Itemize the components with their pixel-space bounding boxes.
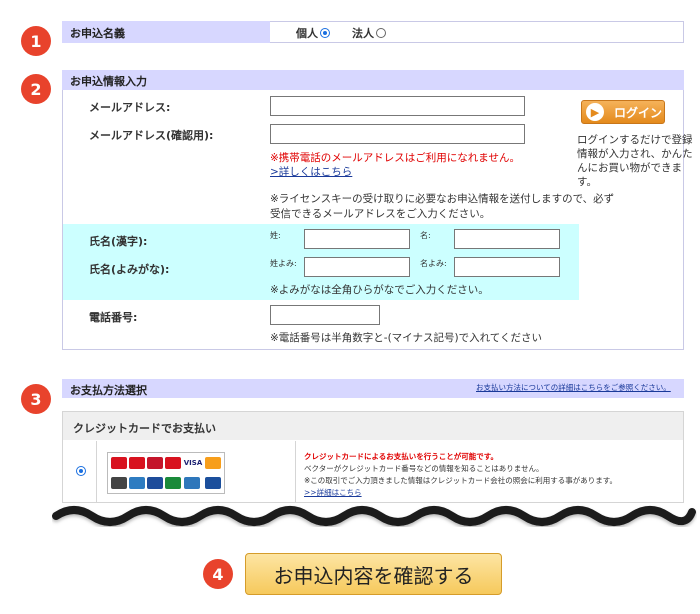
- credit-card-title: クレジットカードでお支払い: [73, 422, 216, 435]
- login-note-line-3: んにお買い物ができま: [577, 162, 682, 174]
- card-brands-logo: VISA: [107, 452, 225, 494]
- last-name-kana-field[interactable]: [304, 257, 410, 277]
- card-logo-jcb: [165, 477, 181, 489]
- mei-label: 名:: [420, 231, 431, 240]
- section-3-title: お支払方法選択: [70, 384, 147, 397]
- card-logo-master: [205, 457, 221, 469]
- section-1-title: お申込名義: [70, 27, 125, 40]
- corporate-label: 法人: [352, 27, 374, 40]
- card-logo-9: [147, 477, 163, 489]
- credit-details-link[interactable]: >>詳細はこちら: [304, 487, 362, 498]
- login-button-label: ログイン: [614, 105, 663, 120]
- mobile-email-warning: ※携帯電話のメールアドレスはご利用になれません。: [270, 152, 520, 164]
- individual-radio[interactable]: [320, 28, 330, 38]
- credit-note-line-3: ※この取引でご入力頂きました情報はクレジットカード会社の照会に利用する事がありま…: [304, 476, 618, 485]
- section-1-header: お申込名義: [62, 21, 270, 43]
- credit-note-line-1: クレジットカードによるお支払いを行うことが可能です。: [304, 452, 499, 461]
- credit-card-title-bar: クレジットカードでお支払い: [63, 412, 683, 440]
- credit-note-line-2: ベクターがクレジットカード番号などの情報を知ることはありません。: [304, 464, 544, 473]
- phone-field[interactable]: [270, 305, 380, 325]
- card-logo-diners: [205, 477, 221, 489]
- corporate-radio[interactable]: [376, 28, 386, 38]
- sei-yomi-label: 姓よみ:: [270, 259, 297, 268]
- email-field[interactable]: [270, 96, 525, 116]
- section-2-header: お申込情報入力: [62, 70, 684, 90]
- credit-card-divider-2: [295, 441, 296, 502]
- confirm-application-button[interactable]: お申込内容を確認する: [245, 553, 502, 595]
- step-2-badge: 2: [21, 74, 51, 104]
- license-note-line-1: ※ライセンスキーの受け取りに必要なお申込情報を送付しますので、必ず: [270, 193, 615, 205]
- card-logo-amex: [184, 477, 200, 489]
- login-note-line-2: 情報が入力され、かんた: [577, 148, 693, 160]
- sei-label: 姓:: [270, 231, 281, 240]
- step-4-badge: 4: [203, 559, 233, 589]
- individual-option[interactable]: 個人: [296, 25, 330, 41]
- card-logo-8: [129, 477, 145, 489]
- card-logo-7: [111, 477, 127, 489]
- credit-card-radio[interactable]: [76, 466, 86, 476]
- individual-label: 個人: [296, 27, 318, 40]
- name-kana-label: 氏名(よみがな):: [89, 263, 170, 276]
- email-confirm-label: メールアドレス(確認用):: [89, 129, 214, 142]
- card-logo-visa: VISA: [183, 457, 203, 469]
- mei-yomi-label: 名よみ:: [420, 259, 447, 268]
- confirm-application-label: お申込内容を確認する: [273, 563, 474, 588]
- card-logo-1: [111, 457, 127, 469]
- login-button[interactable]: ▶ ログイン: [581, 100, 665, 124]
- section-2-title: お申込情報入力: [70, 75, 147, 88]
- login-note-line-1: ログインするだけで登録: [577, 134, 693, 146]
- credit-card-divider-1: [96, 441, 97, 502]
- license-note-line-2: 受信できるメールアドレスをご入力ください。: [270, 208, 491, 220]
- kana-note: ※よみがなは全角ひらがなでご入力ください。: [270, 284, 489, 296]
- wavy-cut-divider: [52, 506, 696, 526]
- card-logo-3: [147, 457, 163, 469]
- phone-label: 電話番号:: [89, 311, 138, 324]
- first-name-kana-field[interactable]: [454, 257, 560, 277]
- name-kanji-label: 氏名(漢字):: [89, 235, 148, 248]
- step-3-badge: 3: [21, 384, 51, 414]
- details-link[interactable]: >詳しくはこちら: [270, 165, 352, 180]
- card-logo-2: [129, 457, 145, 469]
- email-label: メールアドレス:: [89, 101, 171, 114]
- payment-details-link[interactable]: お支払い方法についての詳細はこちらをご参照ください。: [476, 382, 671, 393]
- first-name-field[interactable]: [454, 229, 560, 249]
- email-confirm-field[interactable]: [270, 124, 525, 144]
- step-1-badge: 1: [21, 26, 51, 56]
- arrow-right-icon: ▶: [586, 103, 604, 121]
- last-name-field[interactable]: [304, 229, 410, 249]
- corporate-option[interactable]: 法人: [352, 25, 386, 41]
- card-logo-4: [165, 457, 181, 469]
- phone-note: ※電話番号は半角数字と-(マイナス記号)で入れてください: [270, 332, 542, 344]
- login-note-line-4: す。: [577, 176, 597, 188]
